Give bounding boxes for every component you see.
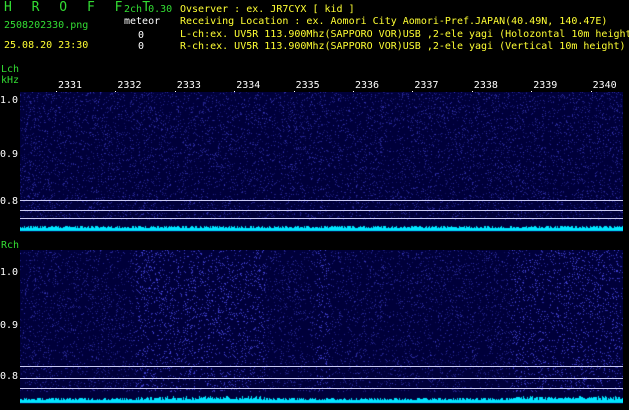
time-tick-label: 2337 bbox=[414, 80, 439, 91]
freq-tick-label: 0.8 bbox=[0, 196, 19, 207]
time-tick-label: 2338 bbox=[473, 80, 498, 91]
time-tick-label: 2335 bbox=[295, 80, 320, 91]
rch-spectrogram-canvas bbox=[20, 250, 623, 404]
time-tick-label: 2334 bbox=[236, 80, 261, 91]
time-tick-label: 2336 bbox=[355, 80, 380, 91]
mode-label: 2ch 0.30 bbox=[124, 4, 173, 15]
khz-axis-label: kHz bbox=[1, 75, 20, 86]
rch-axis-label: Rch bbox=[1, 240, 20, 251]
rch-ref-line bbox=[20, 366, 623, 367]
filename-label: 2508202330.png bbox=[4, 20, 89, 31]
observer-info: Ovserver : ex. JR7CYX [ kid ] bbox=[180, 4, 355, 15]
time-tick-label: 2331 bbox=[58, 80, 83, 91]
time-tick-label: 2333 bbox=[176, 80, 201, 91]
datetime-label: 25.08.20 23:30 bbox=[4, 40, 89, 51]
time-tick-label: 2332 bbox=[117, 80, 142, 91]
freq-tick-label: 1.0 bbox=[0, 267, 19, 278]
rch-ref-line bbox=[20, 378, 623, 379]
lch-ref-line bbox=[20, 218, 623, 219]
meteor-label: meteor bbox=[124, 16, 161, 27]
rch-info: R-ch:ex. UV5R 113.900Mhz(SAPPORO VOR)USB… bbox=[180, 41, 626, 52]
lch-ref-line bbox=[20, 200, 623, 201]
time-tick-label: 2339 bbox=[533, 80, 558, 91]
freq-tick-label: 0.8 bbox=[0, 371, 19, 382]
lch-info: L-ch:ex. UV5R 113.900Mhz(SAPPORO VOR)USB… bbox=[180, 29, 629, 40]
freq-tick-label: 0.9 bbox=[0, 320, 19, 331]
rch-ref-line bbox=[20, 388, 623, 389]
lch-spectrogram bbox=[20, 92, 623, 232]
meteor-count-b: 0 bbox=[138, 41, 145, 52]
freq-tick-label: 0.9 bbox=[0, 149, 19, 160]
hrofft-window: H R O F F T 2508202330.png 25.08.20 23:3… bbox=[0, 0, 629, 410]
rch-spectrogram bbox=[20, 250, 623, 404]
lch-ref-line bbox=[20, 210, 623, 211]
freq-tick-label: 1.0 bbox=[0, 95, 19, 106]
lch-spectrogram-canvas bbox=[20, 92, 623, 232]
time-tick-label: 2340 bbox=[592, 80, 617, 91]
location-info: Receiving Location : ex. Aomori City Aom… bbox=[180, 16, 608, 27]
